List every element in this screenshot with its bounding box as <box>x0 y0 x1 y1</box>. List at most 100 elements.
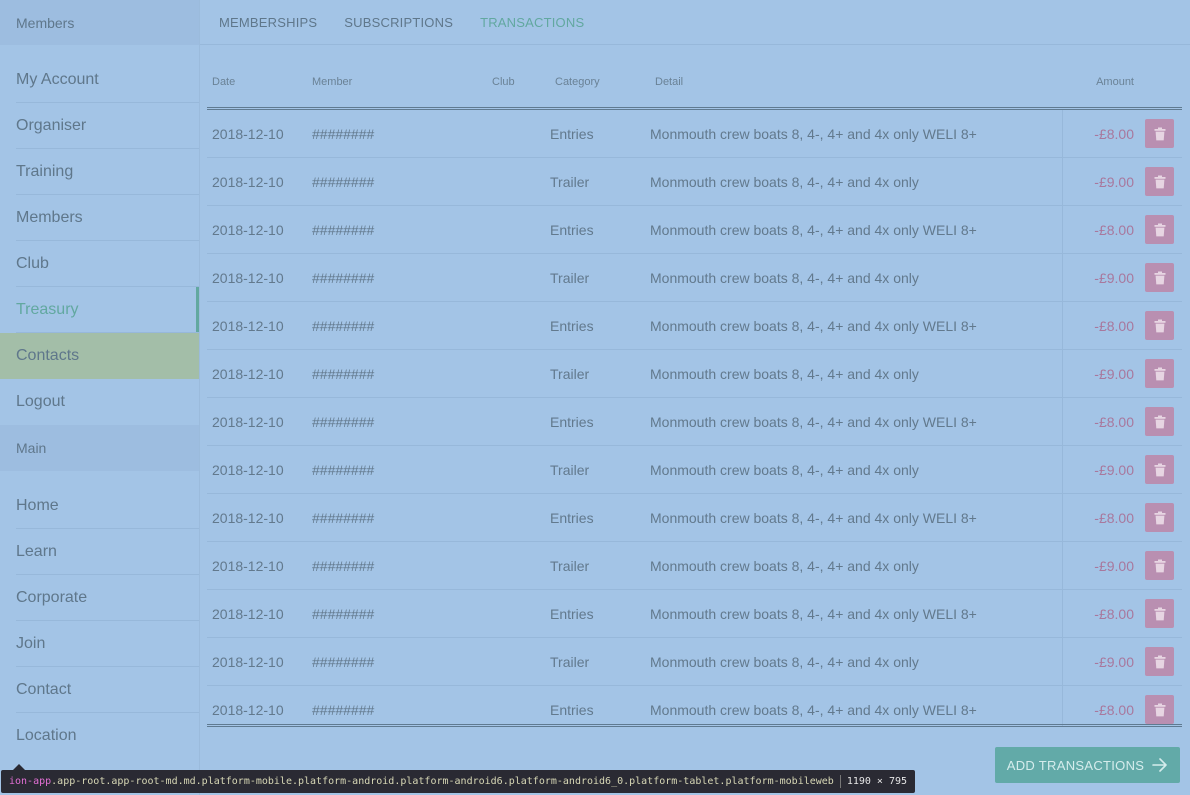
cell-member: ######## <box>312 701 375 718</box>
sidebar-item-logout[interactable]: Logout <box>0 379 199 425</box>
cell-amount: -£8.00 <box>1094 125 1134 142</box>
cell-member: ######## <box>312 557 375 574</box>
delete-transaction-button[interactable] <box>1145 503 1174 532</box>
cell-category: Trailer <box>550 653 590 670</box>
delete-transaction-button[interactable] <box>1145 407 1174 436</box>
table-row[interactable]: 2018-12-10 ######## Entries Monmouth crew b… <box>207 494 1182 542</box>
delete-transaction-button[interactable] <box>1145 359 1174 388</box>
cell-date: 2018-12-10 <box>212 269 284 286</box>
cell-amount: -£9.00 <box>1094 269 1134 286</box>
cell-category: Trailer <box>550 461 590 478</box>
column-header-club[interactable]: Club <box>487 76 550 88</box>
column-header-category[interactable]: Category <box>550 76 650 88</box>
sidebar-item-members[interactable]: Members <box>0 195 199 241</box>
cell-date: 2018-12-10 <box>212 701 284 718</box>
add-transactions-button[interactable]: ADD TRANSACTIONS <box>995 747 1180 783</box>
column-header-date[interactable]: Date <box>207 76 312 88</box>
tab-subscriptions[interactable]: SUBSCRIPTIONS <box>344 15 453 30</box>
cell-detail: Monmouth crew boats 8, 4-, 4+ and 4x onl… <box>650 158 1063 205</box>
trash-icon <box>1154 127 1166 141</box>
tab-memberships[interactable]: MEMBERSHIPS <box>219 15 317 30</box>
trash-icon <box>1154 319 1166 333</box>
cell-date: 2018-12-10 <box>212 173 284 190</box>
table-row[interactable]: 2018-12-10 ######## Entries Monmouth crew b… <box>207 590 1182 638</box>
cell-amount: -£9.00 <box>1094 653 1134 670</box>
sidebar-item-organiser[interactable]: Organiser <box>0 103 199 149</box>
tab-transactions[interactable]: TRANSACTIONS <box>480 15 584 30</box>
trash-icon <box>1154 463 1166 477</box>
devtools-element-tooltip: ion-app .app-root.app-root-md.md.platfor… <box>1 764 916 793</box>
table-row[interactable]: 2018-12-10 ######## Trailer Monmouth crew b… <box>207 446 1182 494</box>
sidebar-header-members: Members <box>0 0 199 45</box>
sidebar-item-contact[interactable]: Contact <box>0 667 199 713</box>
cell-detail: Monmouth crew boats 8, 4-, 4+ and 4x onl… <box>650 446 1063 493</box>
cell-category: Trailer <box>550 557 590 574</box>
cell-detail: Monmouth crew boats 8, 4-, 4+ and 4x onl… <box>650 302 1063 349</box>
sidebar-item-contacts[interactable]: Contacts <box>0 333 199 379</box>
column-header-amount[interactable]: Amount <box>1063 76 1134 88</box>
table-row[interactable]: 2018-12-10 ######## Trailer Monmouth crew b… <box>207 542 1182 590</box>
cell-member: ######## <box>312 653 375 670</box>
cell-amount: -£9.00 <box>1094 557 1134 574</box>
devtools-element-size: 1190 × 795 <box>846 776 908 787</box>
cell-detail: Monmouth crew boats 8, 4-, 4+ and 4x onl… <box>650 398 1063 445</box>
transactions-table[interactable]: Date Member Club Category Detail Amount … <box>207 57 1182 727</box>
sidebar-item-treasury[interactable]: Treasury <box>0 287 199 333</box>
column-header-detail[interactable]: Detail <box>650 76 1063 88</box>
sidebar-item-corporate[interactable]: Corporate <box>0 575 199 621</box>
sidebar-item-location[interactable]: Location <box>0 713 199 759</box>
cell-date: 2018-12-10 <box>212 221 284 238</box>
cell-detail: Monmouth crew boats 8, 4-, 4+ and 4x onl… <box>650 254 1063 301</box>
trash-icon <box>1154 223 1166 237</box>
cell-amount: -£8.00 <box>1094 701 1134 718</box>
cell-date: 2018-12-10 <box>212 509 284 526</box>
table-row[interactable]: 2018-12-10 ######## Trailer Monmouth crew b… <box>207 350 1182 398</box>
cell-date: 2018-12-10 <box>212 365 284 382</box>
column-header-member[interactable]: Member <box>312 76 487 88</box>
cell-amount: -£8.00 <box>1094 509 1134 526</box>
trash-icon <box>1154 415 1166 429</box>
delete-transaction-button[interactable] <box>1145 167 1174 196</box>
table-row[interactable]: 2018-12-10 ######## Entries Monmouth crew b… <box>207 398 1182 446</box>
sidebar-item-club[interactable]: Club <box>0 241 199 287</box>
cell-member: ######## <box>312 605 375 622</box>
table-row[interactable]: 2018-12-10 ######## Entries Monmouth crew b… <box>207 302 1182 350</box>
cell-amount: -£8.00 <box>1094 413 1134 430</box>
devtools-tag-name: ion-app <box>9 776 52 787</box>
cell-detail: Monmouth crew boats 8, 4-, 4+ and 4x onl… <box>650 110 1063 157</box>
delete-transaction-button[interactable] <box>1145 647 1174 676</box>
trash-icon <box>1154 511 1166 525</box>
sidebar-item-learn[interactable]: Learn <box>0 529 199 575</box>
trash-icon <box>1154 655 1166 669</box>
delete-transaction-button[interactable] <box>1145 551 1174 580</box>
delete-transaction-button[interactable] <box>1145 455 1174 484</box>
sidebar-item-training[interactable]: Training <box>0 149 199 195</box>
delete-transaction-button[interactable] <box>1145 311 1174 340</box>
delete-transaction-button[interactable] <box>1145 263 1174 292</box>
cell-category: Trailer <box>550 269 590 286</box>
table-row[interactable]: 2018-12-10 ######## Trailer Monmouth crew b… <box>207 158 1182 206</box>
cell-detail: Monmouth crew boats 8, 4-, 4+ and 4x onl… <box>650 542 1063 589</box>
sidebar-item-home[interactable]: Home <box>0 483 199 529</box>
sidebar-header-main: Main <box>0 425 199 471</box>
cell-detail: Monmouth crew boats 8, 4-, 4+ and 4x onl… <box>650 494 1063 541</box>
cell-detail: Monmouth crew boats 8, 4-, 4+ and 4x onl… <box>650 206 1063 253</box>
table-row[interactable]: 2018-12-10 ######## Entries Monmouth crew b… <box>207 110 1182 158</box>
cell-category: Entries <box>550 125 594 142</box>
cell-member: ######## <box>312 461 375 478</box>
sidebar-item-my-account[interactable]: My Account <box>0 57 199 103</box>
table-row[interactable]: 2018-12-10 ######## Entries Monmouth crew b… <box>207 206 1182 254</box>
table-row[interactable]: 2018-12-10 ######## Trailer Monmouth crew b… <box>207 638 1182 686</box>
cell-date: 2018-12-10 <box>212 317 284 334</box>
table-row[interactable]: 2018-12-10 ######## Entries Monmouth crew b… <box>207 686 1182 727</box>
cell-amount: -£9.00 <box>1094 173 1134 190</box>
sidebar-item-join[interactable]: Join <box>0 621 199 667</box>
trash-icon <box>1154 607 1166 621</box>
add-transactions-label: ADD TRANSACTIONS <box>1006 757 1145 773</box>
delete-transaction-button[interactable] <box>1145 119 1174 148</box>
delete-transaction-button[interactable] <box>1145 599 1174 628</box>
table-row[interactable]: 2018-12-10 ######## Trailer Monmouth crew b… <box>207 254 1182 302</box>
cell-member: ######## <box>312 125 375 142</box>
delete-transaction-button[interactable] <box>1145 695 1174 724</box>
delete-transaction-button[interactable] <box>1145 215 1174 244</box>
